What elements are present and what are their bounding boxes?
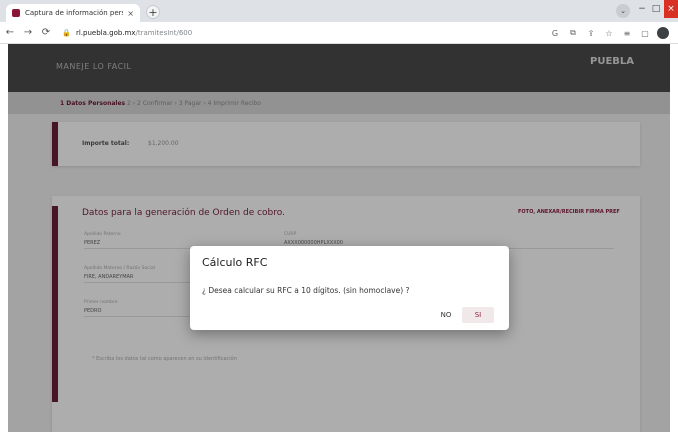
si-button[interactable]: SI <box>462 307 494 323</box>
tab-close-icon[interactable]: × <box>127 9 134 18</box>
tab-search-icon[interactable]: ⌄ <box>616 4 630 18</box>
url-host: rl.puebla.gob.mx <box>76 29 136 37</box>
url-path: /tramitesInt/600 <box>135 29 193 37</box>
rfc-dialog: Cálculo RFC ¿ Desea calcular su RFC a 10… <box>190 246 509 330</box>
address-bar[interactable]: 🔒 rl.puebla.gob.mx /tramitesInt/600 <box>62 25 540 41</box>
modal-backdrop[interactable] <box>8 44 670 432</box>
new-tab-button[interactable]: + <box>146 5 160 19</box>
back-arrow-icon[interactable]: ← <box>2 25 18 41</box>
sidepanel-icon[interactable]: ▢ <box>639 25 651 41</box>
reload-icon[interactable]: ⟳ <box>38 25 54 41</box>
lock-icon: 🔒 <box>62 29 71 37</box>
browser-tab[interactable]: Captura de información personal × <box>6 4 140 22</box>
share-icon[interactable]: ⇪ <box>585 25 597 41</box>
reading-list-icon[interactable]: ≡ <box>621 25 633 41</box>
window-close-button[interactable]: × <box>664 0 678 18</box>
google-icon[interactable]: G <box>549 25 561 41</box>
dialog-message: ¿ Desea calcular su RFC a 10 dígitos. (s… <box>202 286 410 295</box>
browser-navbar: ← → ⟳ 🔒 rl.puebla.gob.mx /tramitesInt/60… <box>0 22 678 44</box>
maximize-button[interactable]: □ <box>650 0 662 18</box>
favicon-icon <box>12 9 20 17</box>
translate-icon[interactable]: ⧉ <box>567 25 579 41</box>
browser-tab-bar: Captura de información personal × + ⌄ − … <box>0 0 678 22</box>
forward-arrow-icon[interactable]: → <box>20 25 36 41</box>
profile-avatar[interactable] <box>657 27 669 39</box>
tab-title: Captura de información personal <box>25 9 123 17</box>
minimize-button[interactable]: − <box>636 0 648 18</box>
bookmark-star-icon[interactable]: ☆ <box>603 25 615 41</box>
no-button[interactable]: NO <box>435 307 457 323</box>
toolbar-icons: G ⧉ ⇪ ☆ ≡ ▢ <box>549 25 669 41</box>
dialog-title: Cálculo RFC <box>202 256 268 269</box>
